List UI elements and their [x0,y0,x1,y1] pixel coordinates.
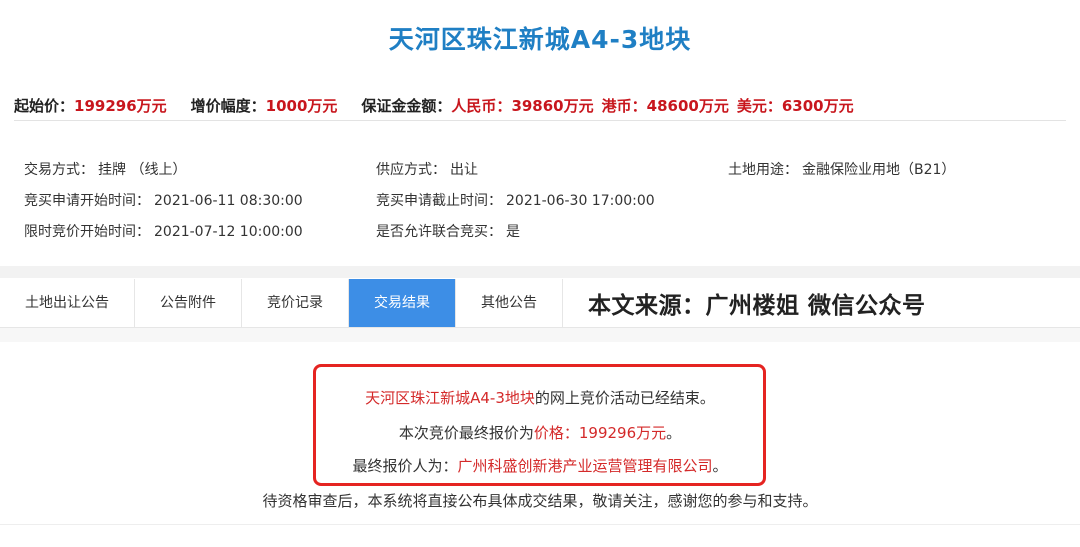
result-winner: 广州科盛创新港产业运营管理有限公司 [457,457,713,475]
deposit: 保证金金额：人民币：39860万元 港币：48600万元 美元：6300万元 [361,95,853,116]
price-bar: 起始价：199296万元 增价幅度：1000万元 保证金金额：人民币：39860… [14,91,1066,119]
apply-end-label: 竞买申请截止时间： [376,193,502,209]
hkd-label: 港币： [601,96,647,115]
section-separator [0,266,1080,278]
land-use-label: 土地用途： [728,162,798,178]
land-use-value: 金融保险业用地（B21） [802,162,956,178]
result-line-3-prefix: 最终报价人为： [352,457,458,475]
tab-trade-result[interactable]: 交易结果 [349,279,456,327]
apply-end: 竞买申请截止时间： 2021-06-30 17:00:00 [376,190,655,210]
supply-mode-label: 供应方式： [376,162,446,178]
tab-other-announcements[interactable]: 其他公告 [456,279,563,327]
result-line-4: 待资格审查后，本系统将直接公布具体成交结果，敬请关注，感谢您的参与和支持。 [262,492,818,510]
apply-end-value: 2021-06-30 17:00:00 [506,193,655,209]
bid-start-value: 2021-07-12 10:00:00 [154,224,303,240]
trade-mode-label: 交易方式： [24,162,94,178]
result-line-3-suffix: 。 [712,457,728,475]
apply-start: 竞买申请开始时间： 2021-06-11 08:30:00 [24,190,303,210]
bid-start: 限时竞价开始时间： 2021-07-12 10:00:00 [24,221,303,241]
trade-mode: 交易方式： 挂牌 （线上） [24,159,186,179]
joint-bid-value: 是 [506,224,520,240]
result-line-2: 本次竞价最终报价为价格：199296万元。 [0,422,1080,443]
joint-bid-label: 是否允许联合竞买： [376,224,502,240]
apply-start-label: 竞买申请开始时间： [24,193,150,209]
joint-bid: 是否允许联合竞买：是 [376,221,520,241]
page-title: 天河区珠江新城A4-3地块 [388,25,692,54]
increment: 增价幅度：1000万元 [191,95,338,116]
rmb-value: 39860万元 [511,96,594,115]
start-price: 起始价：199296万元 [14,95,167,116]
increment-label: 增价幅度： [190,96,266,115]
tab-bar: 土地出让公告 公告附件 竞价记录 交易结果 其他公告 [0,279,563,327]
start-price-value: 199296万元 [74,96,167,115]
supply-mode-value: 出让 [450,162,478,178]
result-line-1: 天河区珠江新城A4-3地块的网上竞价活动已经结束。 [0,387,1080,408]
apply-start-value: 2021-06-11 08:30:00 [154,193,303,209]
tab-bid-records[interactable]: 竞价记录 [242,279,349,327]
increment-value: 1000万元 [265,96,338,115]
result-line-1-rest: 的网上竞价活动已经结束。 [534,389,715,407]
hkd-value: 48600万元 [646,96,729,115]
result-line-2-prefix: 本次竞价最终报价为 [398,424,534,442]
land-use: 土地用途： 金融保险业用地（B21） [728,159,955,179]
usd-value: 6300万元 [781,96,854,115]
result-line-3: 最终报价人为：广州科盛创新港产业运营管理有限公司。 [0,455,1080,476]
source-watermark: 本文来源：广州楼姐 微信公众号 [588,293,926,319]
result-line-2-suffix: 。 [666,424,682,442]
result-land-name: 天河区珠江新城A4-3地块 [365,389,535,407]
bottom-divider [0,524,1080,525]
deposit-label: 保证金金额： [361,96,452,115]
supply-mode: 供应方式： 出让 [376,159,478,179]
tab-attachments[interactable]: 公告附件 [135,279,242,327]
usd-label: 美元： [736,96,782,115]
trade-mode-value: 挂牌 （线上） [98,162,187,178]
price-divider [14,120,1066,121]
start-price-label: 起始价： [14,96,75,115]
content-separator [0,328,1080,342]
tab-land-announcement[interactable]: 土地出让公告 [0,279,135,327]
rmb-label: 人民币： [451,96,512,115]
bid-start-label: 限时竞价开始时间： [24,224,150,240]
result-final-price: 价格：199296万元 [533,424,667,442]
